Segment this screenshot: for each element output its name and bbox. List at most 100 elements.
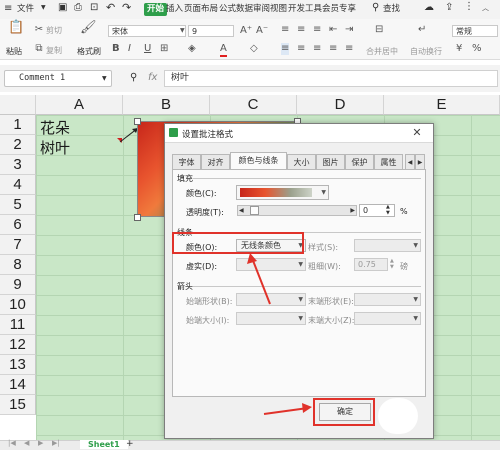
align-center-icon[interactable]: ≡ <box>297 43 305 55</box>
menu-tab-view[interactable]: 视图 <box>270 3 287 16</box>
copy-icon[interactable]: ⧉ <box>34 43 44 55</box>
copy-button[interactable]: 复制 <box>46 45 62 56</box>
row-header[interactable]: 3 <box>0 155 36 175</box>
tab-scroll-left[interactable]: ◀ <box>405 154 415 169</box>
column-header-d[interactable]: D <box>297 95 384 115</box>
fx-button[interactable]: fx <box>148 72 157 83</box>
menu-tab-developer[interactable]: 开发工具 <box>288 3 322 16</box>
tab-font[interactable]: 字体 <box>172 154 201 169</box>
menu-tab-insert[interactable]: 插入 <box>166 3 183 16</box>
redo-icon[interactable]: ↷ <box>122 1 131 14</box>
chevron-down-icon[interactable]: ▼ <box>102 75 107 82</box>
cloud-icon[interactable]: ☁ <box>424 2 434 13</box>
justify-icon[interactable]: ≡ <box>329 43 337 55</box>
currency-icon[interactable]: ¥ <box>456 43 462 55</box>
italic-button[interactable]: I <box>128 43 131 55</box>
transparency-slider[interactable]: ◀ ▶ <box>237 205 357 216</box>
column-header-e[interactable]: E <box>384 95 500 115</box>
search-label[interactable]: 查找 <box>383 3 400 16</box>
more-icon[interactable]: ⋮ <box>464 1 474 12</box>
increase-font-icon[interactable]: A⁺ <box>240 25 252 37</box>
save-icon[interactable]: ▣ <box>58 2 67 13</box>
bold-button[interactable]: B <box>112 43 120 55</box>
search-icon[interactable]: ⚲ <box>372 2 379 13</box>
indent-increase-icon[interactable]: ⇥ <box>345 24 353 36</box>
add-sheet-button[interactable]: + <box>126 439 134 449</box>
menu-tab-review[interactable]: 审阅 <box>253 3 270 16</box>
font-name-select[interactable]: 宋体 <box>108 25 186 37</box>
collapse-icon[interactable]: ︿ <box>482 3 489 13</box>
dialog-titlebar[interactable]: 设置批注格式 ✕ <box>165 124 433 143</box>
row-header[interactable]: 14 <box>0 375 36 395</box>
row-header[interactable]: 1 <box>0 115 36 135</box>
number-format-select[interactable]: 常规 <box>452 25 498 37</box>
fill-color-select[interactable]: ▼ <box>236 185 329 200</box>
spinner-icon[interactable]: ▲ ▼ <box>390 258 394 270</box>
close-icon[interactable]: ✕ <box>403 125 431 141</box>
menu-tab-data[interactable]: 数据 <box>236 3 253 16</box>
name-box[interactable]: Comment 1 <box>4 70 112 87</box>
align-middle-icon[interactable]: ≡ <box>297 24 305 36</box>
cell-a1[interactable]: 花朵 <box>40 117 70 138</box>
weight-input[interactable]: 0.75 <box>354 258 388 271</box>
wrap-text-icon[interactable]: ↵ <box>418 24 426 36</box>
paste-button[interactable]: 粘贴 <box>6 46 22 57</box>
cut-button[interactable]: 剪切 <box>46 25 62 36</box>
select-all-corner[interactable] <box>0 95 36 115</box>
font-color-button[interactable]: A <box>220 43 227 57</box>
nav-last-icon[interactable]: ▶| <box>52 439 60 447</box>
row-header[interactable]: 5 <box>0 195 36 215</box>
tab-properties[interactable]: 属性 <box>374 154 403 169</box>
begin-size-select[interactable]: ▼ <box>236 312 306 325</box>
row-header[interactable]: 11 <box>0 315 36 335</box>
tab-protection[interactable]: 保护 <box>345 154 374 169</box>
sheet-tab-sheet1[interactable]: Sheet1 <box>80 440 128 449</box>
nav-next-icon[interactable]: ▶ <box>38 439 43 447</box>
format-painter-icon[interactable]: 🖌 <box>80 21 97 34</box>
undo-icon[interactable]: ↶ <box>106 1 115 14</box>
row-header[interactable]: 15 <box>0 395 36 415</box>
eraser-icon[interactable]: ◇ <box>250 43 258 55</box>
merge-center-icon[interactable]: ⊟ <box>375 24 383 36</box>
row-header[interactable]: 2 <box>0 135 36 155</box>
fill-color-icon[interactable]: ◈ <box>188 43 196 55</box>
cell-a2[interactable]: 树叶 <box>40 137 70 158</box>
line-style-select[interactable]: ▼ <box>354 239 421 252</box>
chevron-down-icon[interactable]: ▼ <box>180 25 185 37</box>
percent-icon[interactable]: % <box>472 43 482 55</box>
spinner-icon[interactable]: ▲ ▼ <box>386 204 390 216</box>
tab-picture[interactable]: 图片 <box>316 154 345 169</box>
menu-tab-formulas[interactable]: 公式 <box>219 3 236 16</box>
row-header[interactable]: 4 <box>0 175 36 195</box>
menu-tab-member[interactable]: 会员专享 <box>322 3 356 16</box>
end-style-select[interactable]: ▼ <box>354 293 421 306</box>
menu-tab-page-layout[interactable]: 页面布局 <box>184 3 218 16</box>
tab-colors-lines[interactable]: 颜色与线条 <box>230 152 287 169</box>
row-header[interactable]: 7 <box>0 235 36 255</box>
format-painter-button[interactable]: 格式刷 <box>77 46 101 57</box>
menu-tab-start[interactable]: 开始 <box>144 3 168 16</box>
menu-file[interactable]: 文件 <box>17 3 34 16</box>
row-header[interactable]: 8 <box>0 255 36 275</box>
preview-icon[interactable]: ⊡ <box>90 2 98 13</box>
slider-right-arrow[interactable]: ▶ <box>350 206 355 215</box>
row-header[interactable]: 12 <box>0 335 36 355</box>
align-top-icon[interactable]: ≡ <box>281 24 289 36</box>
align-bottom-icon[interactable]: ≡ <box>313 24 321 36</box>
slider-thumb[interactable] <box>250 206 259 215</box>
share-icon[interactable]: ⇪ <box>445 2 453 13</box>
column-header-c[interactable]: C <box>210 95 297 115</box>
underline-button[interactable]: U <box>144 43 151 55</box>
end-size-select[interactable]: ▼ <box>354 312 421 325</box>
resize-handle[interactable] <box>134 118 141 125</box>
merge-center-button[interactable]: 合并居中 <box>366 46 398 57</box>
paste-icon[interactable]: 📋 <box>8 21 24 34</box>
print-icon[interactable]: ⎙ <box>74 2 82 13</box>
wrap-text-button[interactable]: 自动换行 <box>410 46 442 57</box>
hamburger-icon[interactable]: ≡ <box>4 3 12 15</box>
align-right-icon[interactable]: ≡ <box>313 43 321 55</box>
row-header[interactable]: 6 <box>0 215 36 235</box>
zoom-icon[interactable]: ⚲ <box>130 72 137 83</box>
row-header[interactable]: 10 <box>0 295 36 315</box>
decrease-font-icon[interactable]: A⁻ <box>256 25 268 37</box>
